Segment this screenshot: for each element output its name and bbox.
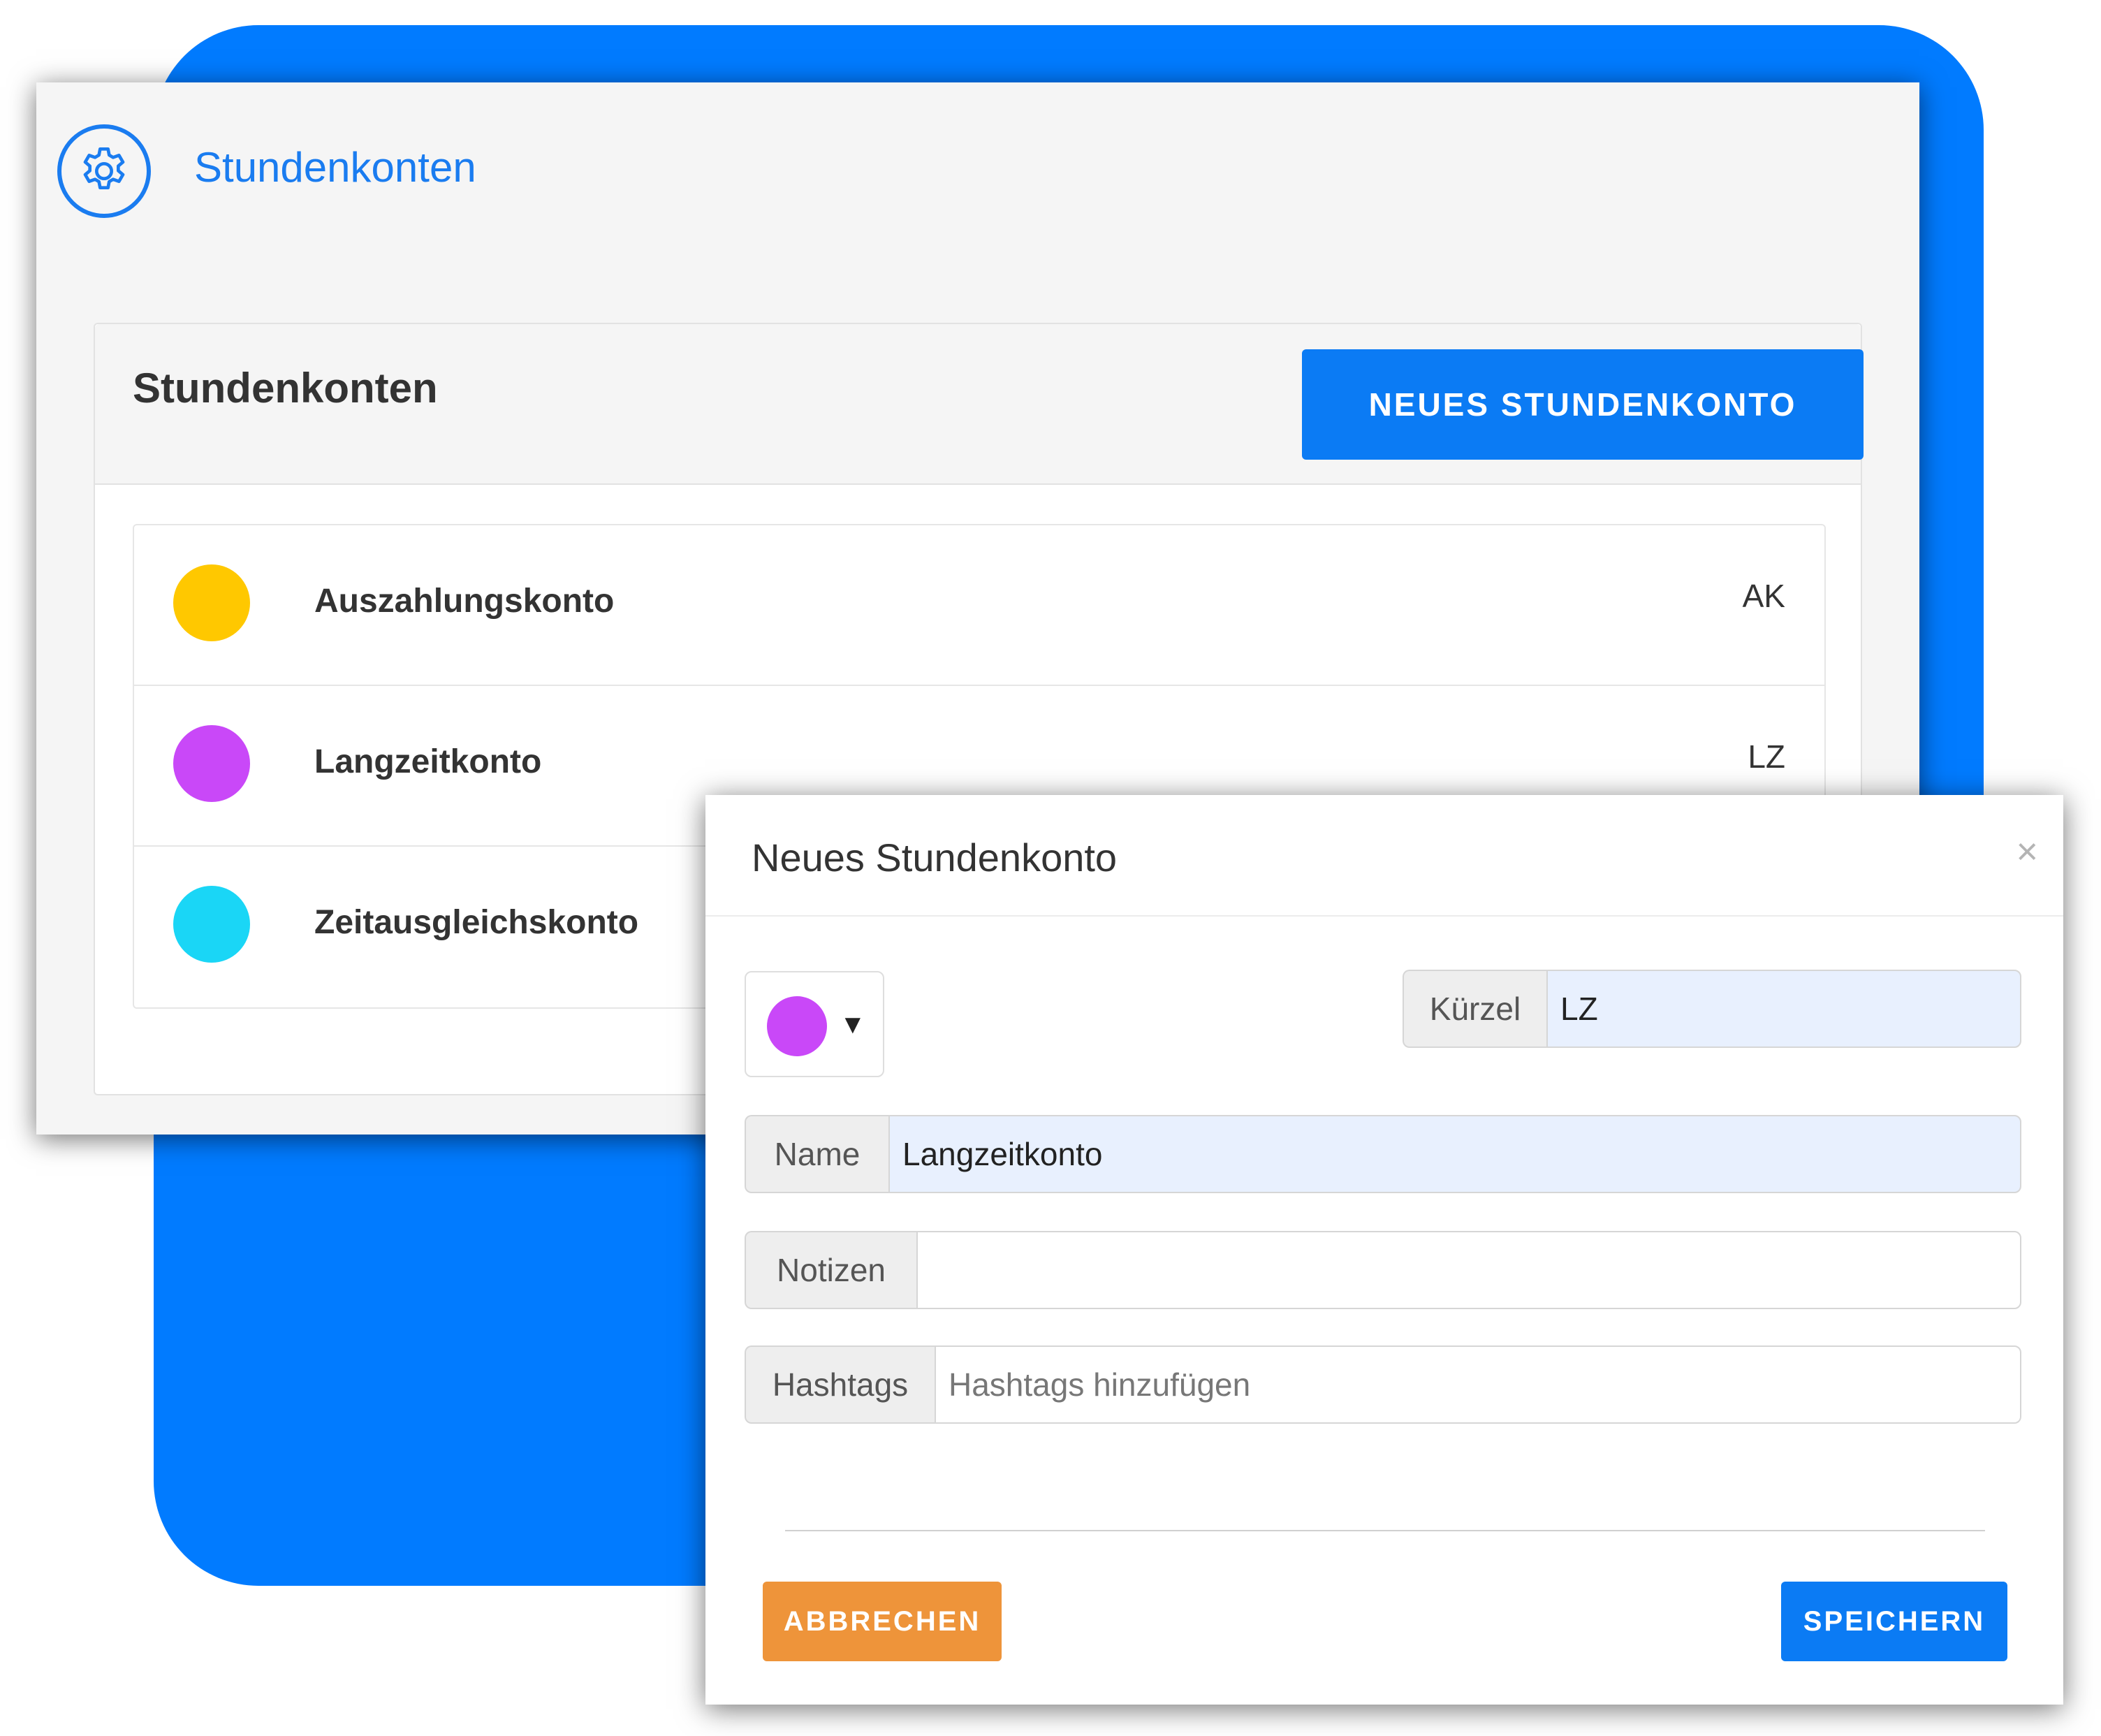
hashtags-input[interactable] <box>935 1345 2021 1424</box>
notizen-label: Notizen <box>745 1231 916 1309</box>
list-item[interactable]: Auszahlungskonto AK <box>134 525 1824 686</box>
hashtags-label: Hashtags <box>745 1345 935 1424</box>
new-account-button[interactable]: NEUES STUNDENKONTO <box>1302 349 1864 460</box>
chevron-down-icon: ▼ <box>840 1010 866 1040</box>
card-header: Stundenkonten NEUES STUNDENKONTO <box>95 324 1864 485</box>
hashtags-group: Hashtags <box>745 1345 2021 1424</box>
account-abbreviation: AK <box>1742 578 1785 614</box>
modal-title: Neues Stundenkonto <box>752 836 1118 880</box>
cancel-button[interactable]: ABBRECHEN <box>763 1582 1002 1661</box>
name-group: Name <box>745 1115 2021 1193</box>
kuerzel-input[interactable] <box>1546 970 2021 1048</box>
account-name: Zeitausgleichskonto <box>314 904 639 941</box>
footer-divider <box>785 1530 1985 1531</box>
new-account-modal: Neues Stundenkonto × ▼ Kürzel Name Notiz… <box>705 795 2063 1705</box>
card-title: Stundenkonten <box>133 365 438 411</box>
name-label: Name <box>745 1115 888 1193</box>
page-title: Stundenkonten <box>194 144 476 191</box>
notizen-input[interactable] <box>916 1231 2021 1309</box>
color-dot <box>173 564 250 641</box>
save-button[interactable]: SPEICHERN <box>1781 1582 2007 1661</box>
kuerzel-label: Kürzel <box>1403 970 1546 1048</box>
account-name: Auszahlungskonto <box>314 583 615 620</box>
color-dot <box>173 725 250 802</box>
gear-icon <box>57 124 151 218</box>
account-abbreviation: LZ <box>1748 738 1785 775</box>
close-icon[interactable]: × <box>2016 827 2038 876</box>
kuerzel-group: Kürzel <box>1403 970 2021 1048</box>
notizen-group: Notizen <box>745 1231 2021 1309</box>
color-picker[interactable]: ▼ <box>745 971 884 1077</box>
divider <box>705 915 2063 917</box>
selected-color-dot <box>767 996 827 1056</box>
account-name: Langzeitkonto <box>314 743 542 780</box>
name-input[interactable] <box>888 1115 2021 1193</box>
color-dot <box>173 886 250 963</box>
